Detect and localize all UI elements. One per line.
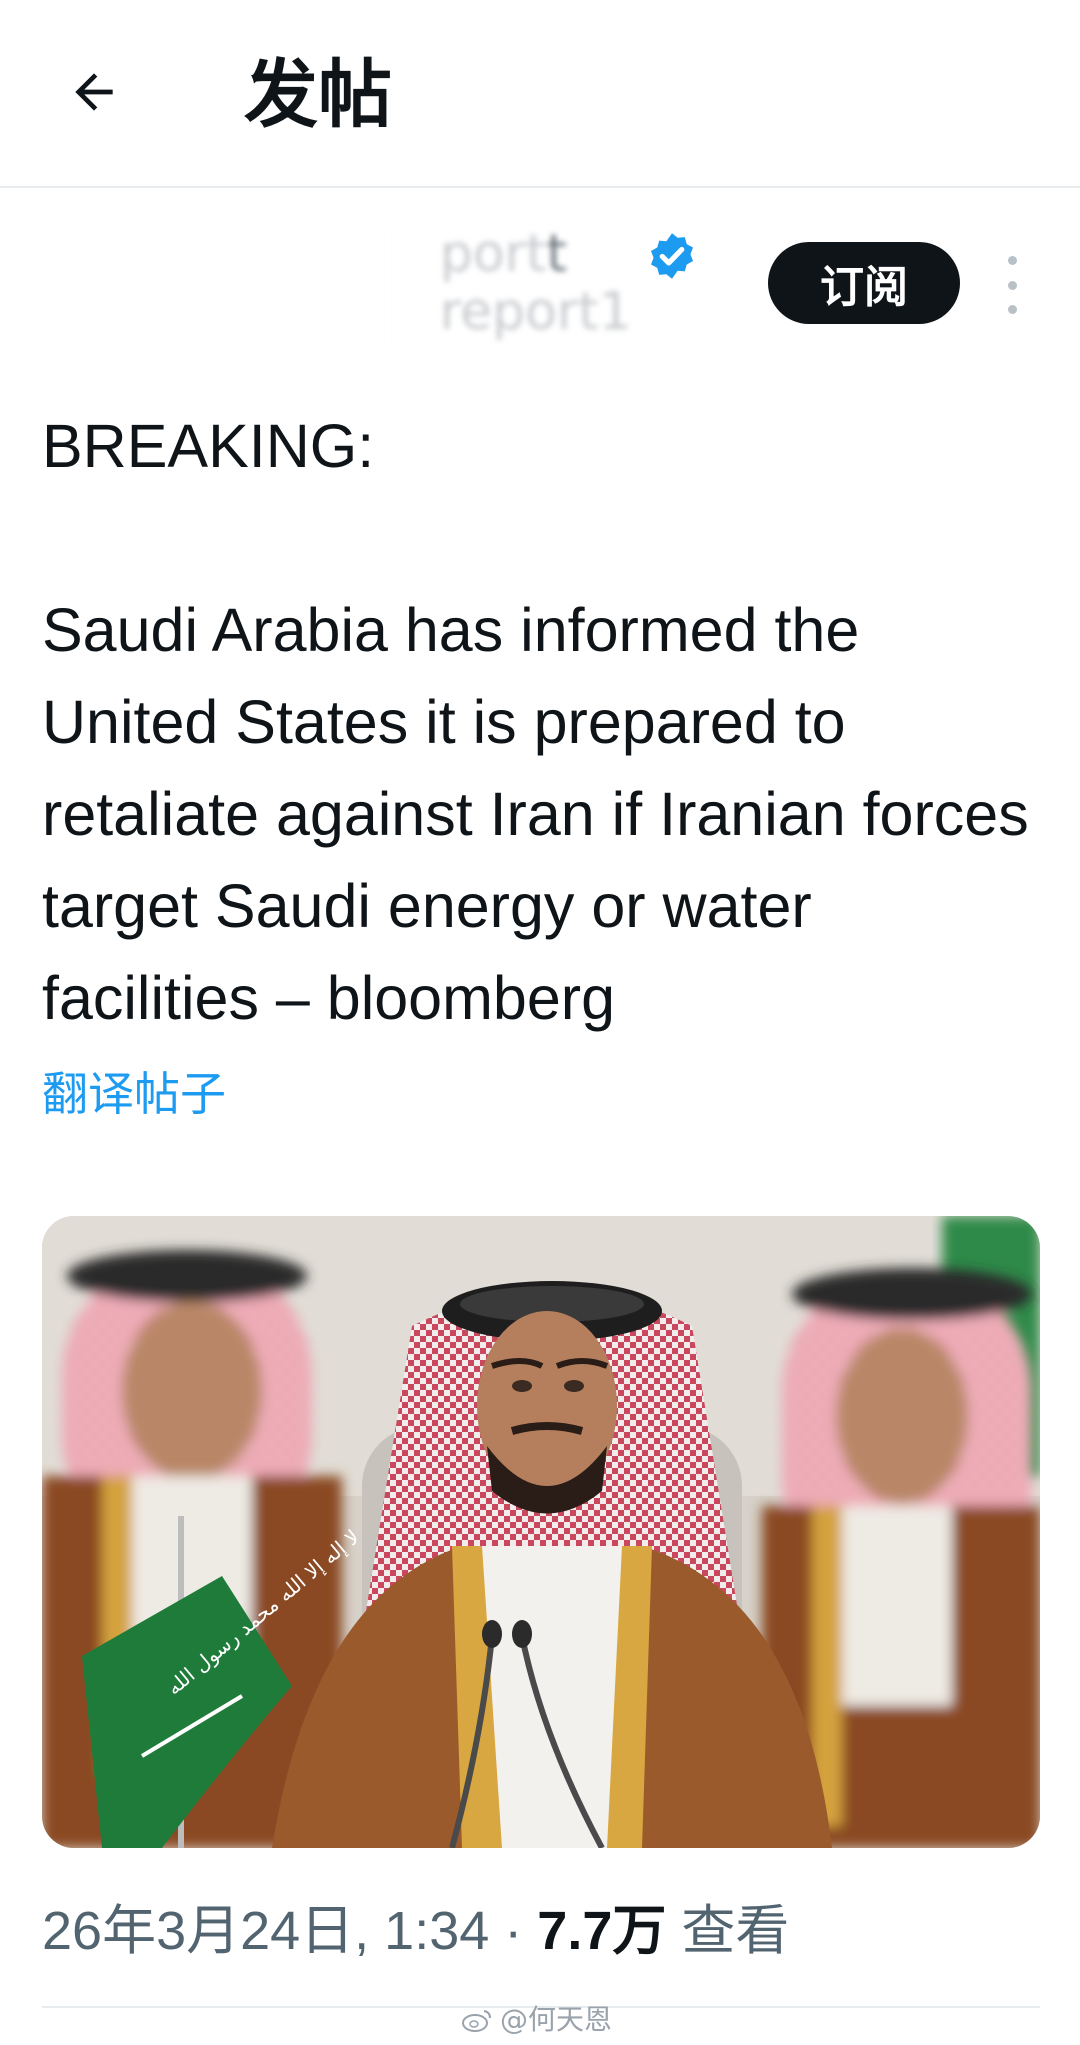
- post-meta: 26年3月24日, 1:34 · 7.7万 查看: [42, 1896, 789, 1966]
- verified-badge-icon: [650, 233, 694, 279]
- redaction-mask: [40, 222, 430, 350]
- post-timestamp: 26年3月24日, 1:34: [42, 1901, 490, 1961]
- photo-illustration: لا إله إلا الله محمد رسول الله: [42, 1216, 1040, 1848]
- arrow-left-icon: [75, 73, 113, 111]
- page-title: 发帖: [244, 52, 392, 138]
- subscribe-button[interactable]: 订阅: [768, 242, 960, 324]
- post-media-image[interactable]: لا إله إلا الله محمد رسول الله: [42, 1216, 1040, 1848]
- more-vertical-icon: [1007, 256, 1017, 265]
- watermark: @何天恩: [462, 2000, 612, 2040]
- back-button[interactable]: [58, 56, 130, 128]
- views-count[interactable]: 7.7万: [537, 1901, 666, 1961]
- views-label: 查看: [681, 1901, 790, 1961]
- more-options-button[interactable]: [990, 256, 1034, 314]
- watermark-text: @何天恩: [500, 2003, 613, 2036]
- post-author-row: XXXXXXXXXXXportt XXXXXXXXXXXreport1 订阅: [0, 186, 1080, 356]
- post-heading: BREAKING:: [42, 412, 375, 480]
- top-app-bar: 发帖: [0, 0, 1080, 188]
- post-body: Saudi Arabia has informed the United Sta…: [42, 596, 1029, 1032]
- translate-post-link[interactable]: 翻译帖子: [42, 1064, 226, 1124]
- post-text: BREAKING: Saudi Arabia has informed the …: [42, 400, 1042, 1044]
- meta-separator: ·: [504, 1901, 523, 1961]
- weibo-logo-icon: [462, 2010, 491, 2032]
- author-identity-blurred[interactable]: XXXXXXXXXXXportt XXXXXXXXXXXreport1: [40, 222, 668, 350]
